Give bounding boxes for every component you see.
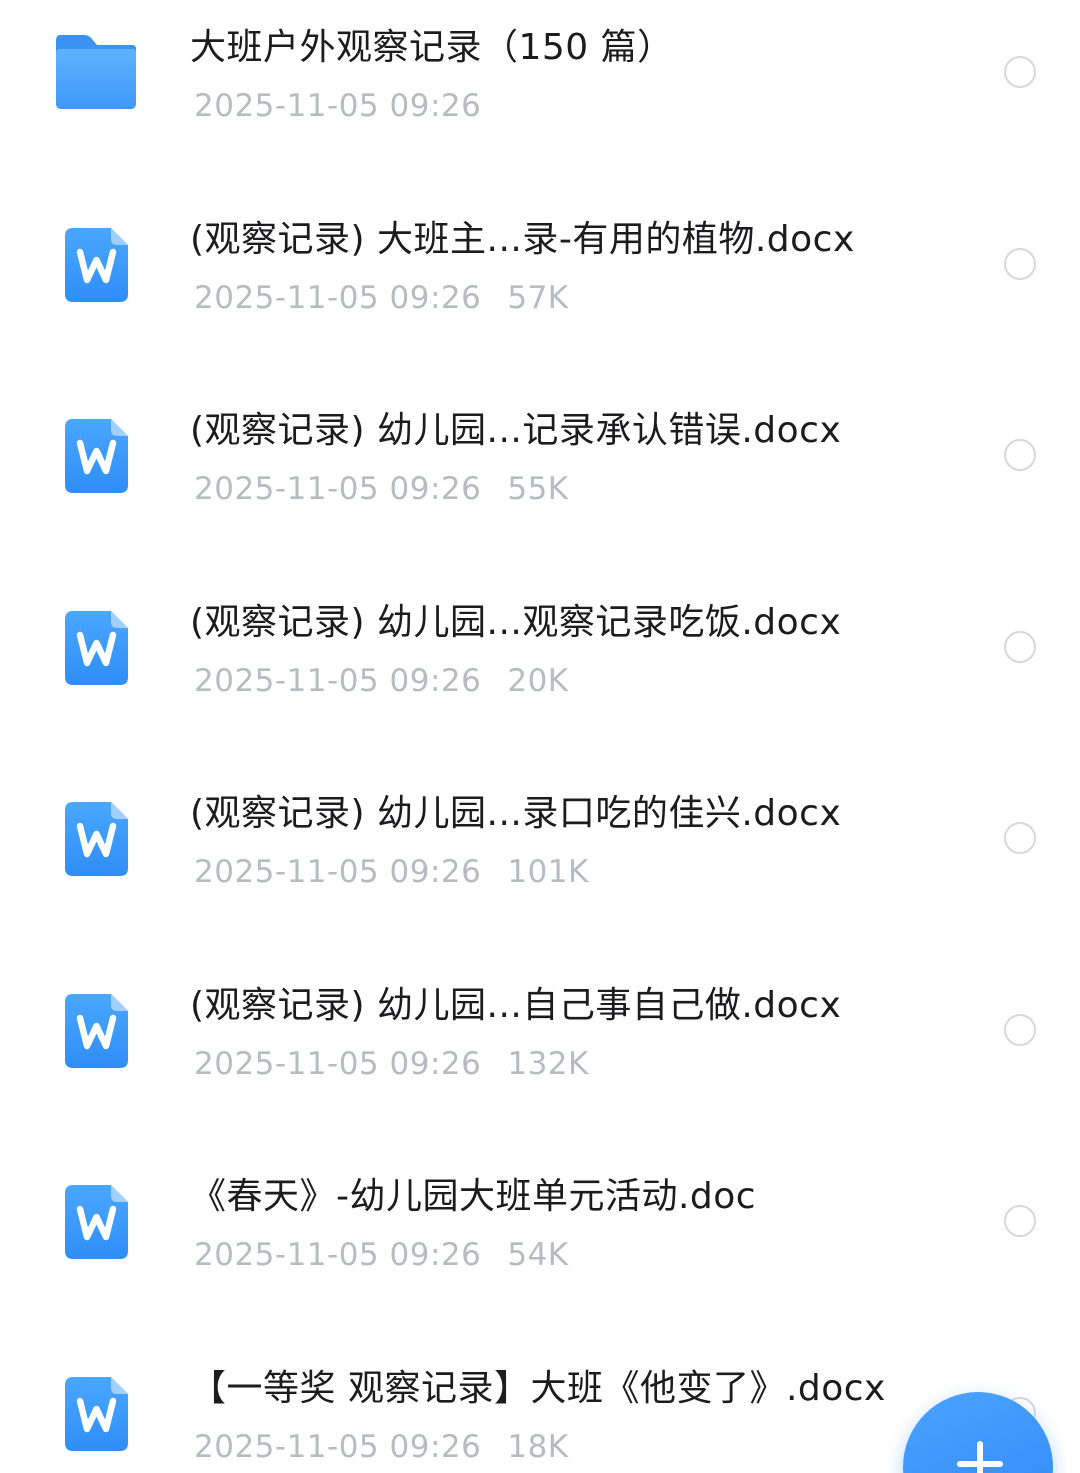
- select-radio[interactable]: [1004, 439, 1036, 471]
- file-date: 2025-11-05 09:26: [194, 854, 482, 890]
- file-name: (观察记录) 幼儿园...录口吃的佳兴.docx: [190, 793, 842, 834]
- file-size: 18K: [507, 1428, 569, 1465]
- file-meta: 2025-11-05 09:26 132K: [194, 1042, 589, 1086]
- select-radio[interactable]: [1004, 1013, 1036, 1046]
- file-meta: 2025-11-05 09:26: [194, 84, 481, 128]
- file-name: (观察记录) 幼儿园...观察记录吃饭.docx: [190, 601, 842, 643]
- select-radio[interactable]: [1004, 56, 1036, 88]
- file-name: (观察记录) 幼儿园...记录承认错误.docx: [190, 410, 842, 451]
- select-radio[interactable]: [1004, 630, 1036, 663]
- word-doc-icon: [65, 993, 128, 1068]
- file-date: 2025-11-05 09:26: [194, 88, 482, 124]
- word-doc-icon: [65, 227, 128, 302]
- file-row[interactable]: (观察记录) 幼儿园...录口吃的佳兴.docx 2025-11-05 09:26…: [0, 766, 1080, 957]
- file-name: 《春天》-幼儿园大班单元活动.doc: [190, 1176, 757, 1217]
- file-meta: 2025-11-05 09:26 20K: [194, 659, 569, 703]
- file-size: 54K: [507, 1237, 569, 1273]
- file-size: 101K: [507, 854, 589, 890]
- folder-icon: [56, 35, 136, 109]
- file-name: (观察记录) 幼儿园...自己事自己做.docx: [190, 984, 842, 1026]
- file-name: (观察记录) 大班主...录-有用的植物.docx: [190, 218, 855, 260]
- file-name: 【一等奖 观察记录】大班《他变了》.docx: [190, 1367, 886, 1409]
- folder-row[interactable]: 大班户外观察记录（150 篇） 2025-11-05 09:26: [0, 0, 1080, 191]
- file-meta: 2025-11-05 09:26 54K: [194, 1233, 569, 1277]
- file-row[interactable]: 《春天》-幼儿园大班单元活动.doc 2025-11-05 09:26 54K: [0, 1149, 1080, 1340]
- file-row[interactable]: (观察记录) 幼儿园...记录承认错误.docx 2025-11-05 09:26…: [0, 383, 1080, 574]
- file-size: 57K: [507, 279, 569, 316]
- word-doc-icon: [65, 802, 128, 876]
- file-browser-page: 大班户外观察记录（150 篇） 2025-11-05 09:26 (观察记录) 大班…: [0, 0, 1080, 1473]
- file-row[interactable]: (观察记录) 大班主...录-有用的植物.docx 2025-11-05 09:2…: [0, 192, 1080, 383]
- file-date: 2025-11-05 09:26: [194, 471, 482, 507]
- select-radio[interactable]: [1004, 822, 1036, 854]
- word-doc-icon: [65, 1376, 128, 1451]
- file-date: 2025-11-05 09:26: [194, 1045, 482, 1082]
- file-name: 大班户外观察记录（150 篇）: [190, 27, 674, 68]
- file-meta: 2025-11-05 09:26 55K: [194, 467, 569, 511]
- file-size: 132K: [507, 1045, 589, 1082]
- file-date: 2025-11-05 09:26: [194, 1428, 482, 1465]
- word-doc-icon: [65, 610, 128, 685]
- file-row[interactable]: (观察记录) 幼儿园...自己事自己做.docx 2025-11-05 09:26…: [0, 958, 1080, 1149]
- file-meta: 2025-11-05 09:26 101K: [194, 850, 589, 894]
- file-row[interactable]: (观察记录) 幼儿园...观察记录吃饭.docx 2025-11-05 09:26…: [0, 575, 1080, 766]
- file-date: 2025-11-05 09:26: [194, 662, 482, 699]
- file-meta: 2025-11-05 09:26 18K: [194, 1425, 569, 1469]
- plus-icon: [957, 1441, 1003, 1473]
- word-doc-icon: [65, 1185, 128, 1259]
- word-doc-icon: [65, 419, 128, 493]
- select-radio[interactable]: [1004, 1205, 1036, 1237]
- select-radio[interactable]: [1004, 247, 1036, 280]
- file-meta: 2025-11-05 09:26 57K: [194, 276, 569, 320]
- file-date: 2025-11-05 09:26: [194, 279, 482, 316]
- file-date: 2025-11-05 09:26: [194, 1237, 482, 1273]
- file-size: 55K: [507, 471, 569, 507]
- file-size: 20K: [507, 662, 569, 699]
